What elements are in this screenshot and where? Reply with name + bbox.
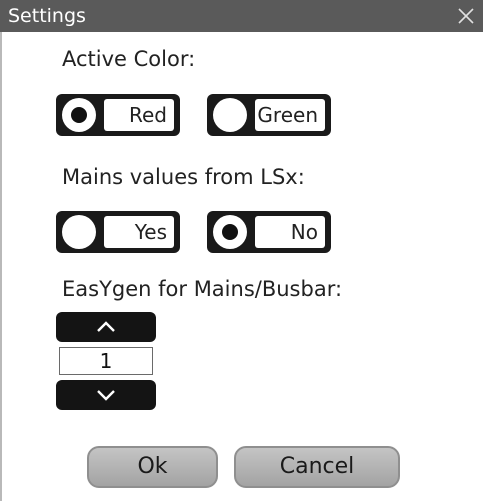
- easygen-value-field[interactable]: 1: [59, 347, 153, 375]
- close-button[interactable]: [453, 3, 479, 29]
- ok-button[interactable]: Ok: [87, 446, 218, 488]
- radio-indicator: [62, 215, 96, 249]
- easygen-stepper: 1: [56, 312, 156, 410]
- option-label-yes: Yes: [134, 220, 167, 244]
- close-icon: [458, 8, 474, 24]
- radio-selected-dot: [71, 107, 87, 123]
- option-label-no: No: [290, 220, 318, 244]
- window-border: [0, 32, 2, 501]
- active-color-red-option[interactable]: Red: [56, 94, 180, 136]
- increment-button[interactable]: [56, 312, 156, 342]
- radio-selected-dot: [222, 224, 238, 240]
- window-title: Settings: [8, 5, 86, 27]
- decrement-button[interactable]: [56, 380, 156, 410]
- radio-indicator: [213, 215, 247, 249]
- radio-indicator: [213, 98, 247, 132]
- mains-values-no-option[interactable]: No: [207, 211, 331, 253]
- active-color-green-option[interactable]: Green: [207, 94, 331, 136]
- title-bar: Settings: [0, 0, 483, 32]
- chevron-down-icon: [97, 390, 115, 401]
- option-label-green: Green: [257, 103, 318, 127]
- easygen-label: EasYgen for Mains/Busbar:: [62, 277, 343, 301]
- active-color-label: Active Color:: [62, 47, 196, 71]
- option-label-red: Red: [129, 103, 167, 127]
- radio-indicator: [62, 98, 96, 132]
- cancel-button[interactable]: Cancel: [234, 446, 400, 488]
- mains-values-label: Mains values from LSx:: [62, 165, 305, 189]
- mains-values-yes-option[interactable]: Yes: [56, 211, 180, 253]
- chevron-up-icon: [97, 321, 115, 332]
